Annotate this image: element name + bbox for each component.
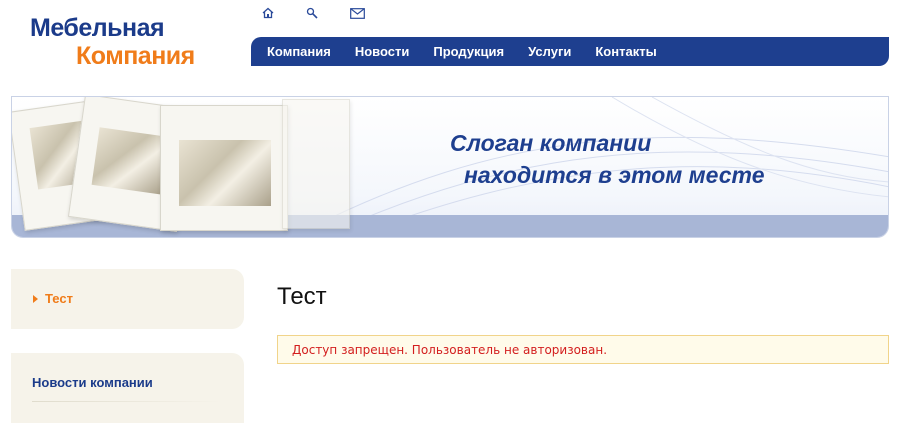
- sidebar-news: Новости компании: [11, 353, 244, 423]
- nav-item-services[interactable]: Услуги: [528, 44, 571, 59]
- kitchen-photo: [91, 127, 169, 195]
- sidebar-menu: Тест: [11, 269, 244, 329]
- photo-slide-4: [282, 99, 350, 229]
- mail-icon[interactable]: [350, 5, 394, 21]
- news-heading[interactable]: Новости компании: [32, 375, 153, 390]
- news-divider: [32, 401, 222, 402]
- top-icon-bar: [262, 5, 394, 21]
- nav-item-contacts[interactable]: Контакты: [595, 44, 656, 59]
- slogan-line-1: Слоган компании: [450, 130, 652, 156]
- main-navigation: Компания Новости Продукция Услуги Контак…: [251, 37, 889, 66]
- kitchen-photo: [179, 140, 271, 206]
- search-icon[interactable]: [306, 5, 350, 21]
- nav-item-company[interactable]: Компания: [267, 44, 331, 59]
- company-logo[interactable]: Мебельная Компания: [30, 14, 195, 70]
- sidebar-item-test[interactable]: Тест: [33, 291, 73, 306]
- arrow-right-icon: [33, 294, 38, 303]
- access-denied-alert: Доступ запрещен. Пользователь не авториз…: [277, 335, 889, 364]
- home-icon[interactable]: [262, 5, 306, 21]
- slogan-line-2: находится в этом месте: [464, 162, 765, 188]
- page-title: Тест: [277, 283, 327, 310]
- logo-line-2: Компания: [76, 42, 195, 70]
- banner-slogan: Слоган компании находится в этом месте: [450, 127, 764, 191]
- logo-line-1: Мебельная: [30, 14, 165, 42]
- alert-message: Доступ запрещен. Пользователь не авториз…: [292, 342, 608, 357]
- header-banner: Слоган компании находится в этом месте: [11, 96, 889, 238]
- sidebar-item-label: Тест: [45, 291, 73, 306]
- photo-slide-3: [160, 105, 288, 231]
- nav-item-products[interactable]: Продукция: [433, 44, 504, 59]
- nav-item-news[interactable]: Новости: [355, 44, 410, 59]
